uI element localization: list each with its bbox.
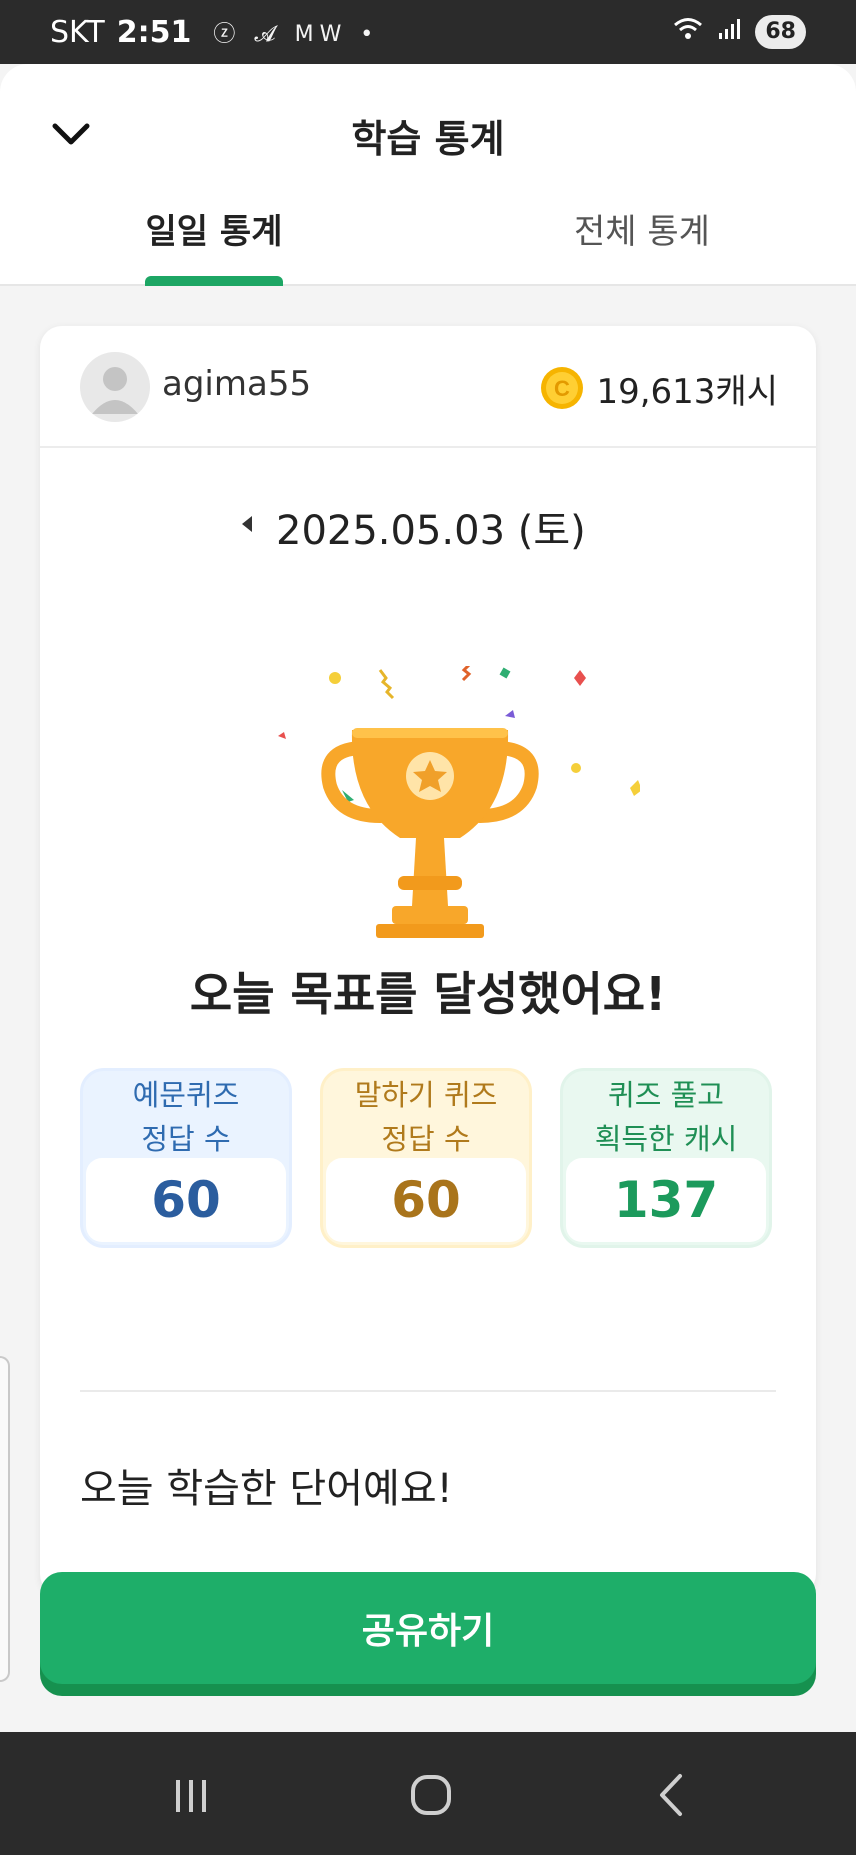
date-selector: 2025.05.03 (토) — [40, 494, 816, 554]
back-icon[interactable] — [636, 1760, 706, 1830]
recents-icon[interactable] — [156, 1760, 226, 1830]
stat-label-line2: 획득한 캐시 — [594, 1122, 738, 1156]
clock: 2:51 — [116, 14, 192, 50]
sheet-header: 학습 통계 일일 통계 전체 통계 — [0, 64, 856, 286]
battery-indicator: 68 — [755, 15, 806, 49]
goal-achieved-message: 오늘 목표를 달성했어요! — [189, 967, 667, 1021]
avatar — [80, 352, 150, 422]
notification-icons: ⓩ 𝓐 MW • — [213, 22, 380, 47]
home-icon[interactable] — [396, 1760, 466, 1830]
stat-value: 137 — [566, 1158, 766, 1242]
tab-total-stats[interactable]: 전체 통계 — [492, 204, 792, 253]
share-button[interactable]: 공유하기 — [40, 1572, 816, 1684]
signal-icon — [717, 17, 741, 47]
stat-label-line1: 퀴즈 풀고 — [608, 1078, 724, 1112]
side-panel-handle[interactable] — [0, 1356, 10, 1682]
cash-balance: 19,613캐시 — [596, 372, 778, 412]
stat-label-line1: 예문퀴즈 — [132, 1078, 240, 1112]
stat-label-line1: 말하기 퀴즈 — [354, 1078, 498, 1112]
caret-left-icon[interactable] — [230, 506, 266, 542]
system-nav-bar — [0, 1732, 856, 1855]
stat-sentence-quiz: 예문퀴즈 정답 수 60 — [80, 1068, 292, 1248]
statistics-sheet: 학습 통계 일일 통계 전체 통계 agima55 C 19,613캐시 202… — [0, 64, 856, 1732]
divider — [80, 1390, 776, 1392]
stat-value: 60 — [86, 1158, 286, 1242]
profile-row: agima55 C 19,613캐시 — [40, 326, 816, 448]
svg-text:C: C — [554, 376, 570, 401]
learned-words-title: 오늘 학습한 단어예요! — [80, 1466, 453, 1512]
carrier-label: SKT — [50, 14, 105, 50]
stat-speaking-quiz: 말하기 퀴즈 정답 수 60 — [320, 1068, 532, 1248]
tab-daily-stats[interactable]: 일일 통계 — [64, 204, 364, 253]
wifi-icon — [673, 16, 703, 48]
daily-stats-card: agima55 C 19,613캐시 2025.05.03 (토) 오늘 목표를… — [40, 326, 816, 1596]
stat-value: 60 — [326, 1158, 526, 1242]
status-bar: SKT 2:51 ⓩ 𝓐 MW • 68 — [0, 0, 856, 64]
selected-date: 2025.05.03 (토) — [276, 508, 586, 554]
status-icons: 68 — [673, 15, 806, 49]
trophy-icon — [278, 666, 640, 938]
stat-label-line2: 정답 수 — [141, 1122, 231, 1156]
coin-icon: C — [541, 367, 583, 409]
username: agima55 — [162, 364, 312, 404]
stat-earned-cash: 퀴즈 풀고 획득한 캐시 137 — [560, 1068, 772, 1248]
stat-label-line2: 정답 수 — [381, 1122, 471, 1156]
active-tab-indicator — [145, 276, 283, 286]
page-title: 학습 통계 — [351, 117, 505, 161]
user-icon — [92, 367, 138, 414]
